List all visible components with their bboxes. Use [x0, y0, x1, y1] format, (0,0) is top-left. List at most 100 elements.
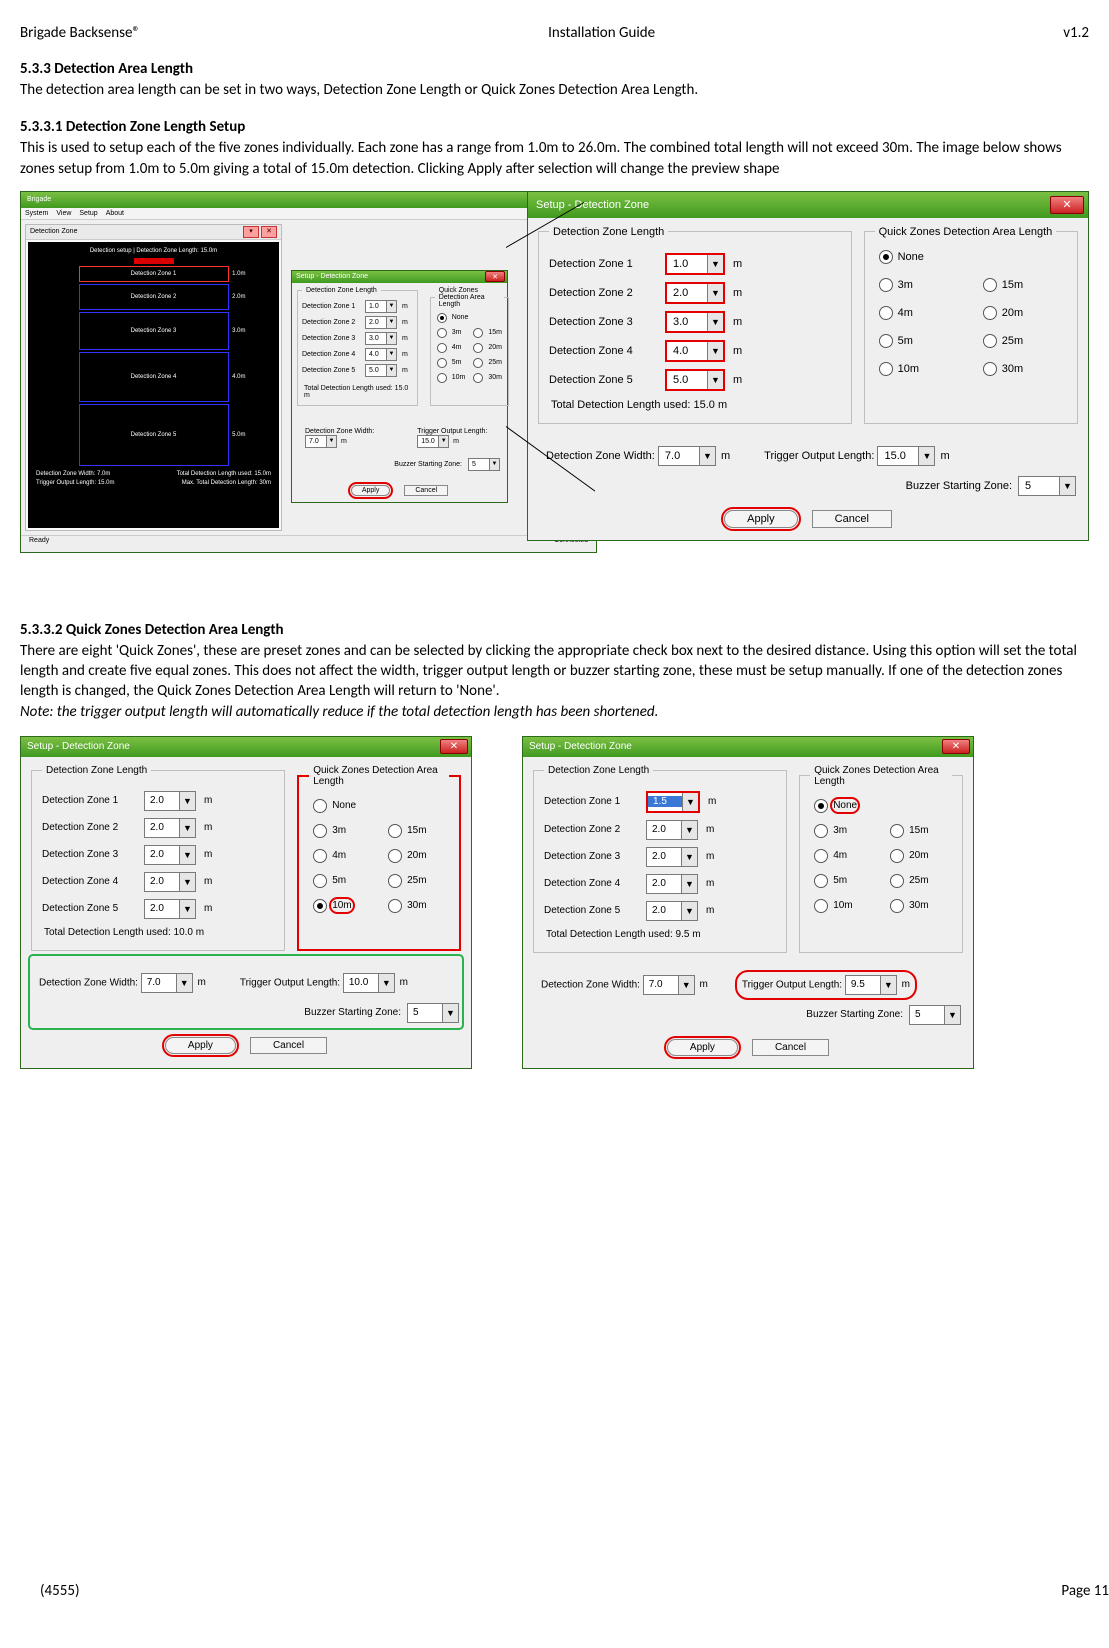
chevron-down-icon: ▼ — [179, 873, 195, 891]
quick-4m[interactable]: 4m — [437, 343, 466, 353]
quick-25m[interactable]: 25m — [473, 358, 502, 368]
quick-25m[interactable]: 25m — [388, 874, 445, 888]
close-icon[interactable]: ✕ — [942, 739, 970, 754]
quick-none[interactable]: None — [814, 799, 948, 813]
buzzer-select[interactable]: 5▼ — [468, 458, 500, 471]
quick-25m[interactable]: 25m — [890, 874, 948, 888]
quick-5m[interactable]: 5m — [313, 874, 370, 888]
quick-25m[interactable]: 25m — [983, 334, 1063, 348]
zone-5-select[interactable]: 2.0▼ — [646, 901, 698, 921]
menu-system[interactable]: System — [25, 210, 48, 217]
zone-3-select[interactable]: 3.0▼ — [665, 311, 725, 333]
zone-4-select[interactable]: 2.0▼ — [144, 872, 196, 892]
quick-3m[interactable]: 3m — [814, 824, 872, 838]
menu-about[interactable]: About — [106, 210, 124, 217]
quick-10m[interactable]: 10m — [814, 899, 872, 913]
quick-none[interactable]: None — [879, 250, 1063, 264]
quick-30m[interactable]: 30m — [388, 899, 445, 913]
quick-none[interactable]: None — [437, 313, 502, 323]
quick-15m[interactable]: 15m — [983, 278, 1063, 292]
quick-10m[interactable]: 10m — [879, 362, 959, 376]
quick-zones-group: Quick Zones Detection Area Length None 3… — [799, 765, 963, 953]
quick-20m[interactable]: 20m — [983, 306, 1063, 320]
quick-20m[interactable]: 20m — [473, 343, 502, 353]
quick-3m[interactable]: 3m — [313, 824, 370, 838]
radio-icon — [313, 799, 327, 813]
chevron-down-icon: ▼ — [880, 976, 896, 994]
radio-icon — [879, 362, 893, 376]
trigger-select[interactable]: 9.5▼ — [845, 975, 897, 995]
quick-4m-label: 4m — [833, 850, 847, 861]
pane-min-icon[interactable]: ▾ — [243, 226, 259, 238]
zone-3-select[interactable]: 2.0▼ — [144, 845, 196, 865]
quick-15m[interactable]: 15m — [473, 328, 502, 338]
quick-30m[interactable]: 30m — [890, 899, 948, 913]
quick-5m[interactable]: 5m — [437, 358, 466, 368]
quick-30m[interactable]: 30m — [983, 362, 1063, 376]
zone-5-select[interactable]: 2.0▼ — [144, 899, 196, 919]
buzzer-select[interactable]: 5▼ — [909, 1005, 961, 1025]
width-select[interactable]: 7.0▼ — [141, 973, 193, 993]
quick-none[interactable]: None — [313, 799, 445, 813]
trigger-select[interactable]: 15.0▼ — [877, 446, 935, 466]
close-icon[interactable]: ✕ — [485, 271, 505, 282]
quick-15m[interactable]: 15m — [890, 824, 948, 838]
zone-5-select[interactable]: 5.0▼ — [365, 364, 397, 377]
chevron-down-icon: ▼ — [707, 313, 723, 331]
quick-5m[interactable]: 5m — [814, 874, 872, 888]
zone-3-select[interactable]: 3.0▼ — [365, 332, 397, 345]
quick-3m[interactable]: 3m — [437, 328, 466, 338]
quick-5m[interactable]: 5m — [879, 334, 959, 348]
zone-2-select[interactable]: 2.0▼ — [646, 820, 698, 840]
quick-10m[interactable]: 10m — [313, 899, 370, 913]
zone-2-select[interactable]: 2.0▼ — [365, 316, 397, 329]
zone-1-select[interactable]: 1.5▼ — [646, 791, 700, 813]
quick-20m[interactable]: 20m — [388, 849, 445, 863]
zone-1-select[interactable]: 1.0▼ — [365, 300, 397, 313]
zone-2-select[interactable]: 2.0▼ — [665, 282, 725, 304]
close-icon[interactable]: ✕ — [440, 739, 468, 754]
zone-1-select[interactable]: 2.0▼ — [144, 791, 196, 811]
quick-20m[interactable]: 20m — [890, 849, 948, 863]
trigger-select[interactable]: 10.0▼ — [343, 973, 395, 993]
quick-4m[interactable]: 4m — [814, 849, 872, 863]
zone-4-select[interactable]: 2.0▼ — [646, 874, 698, 894]
quick-10m[interactable]: 10m — [437, 373, 466, 383]
width-select[interactable]: 7.0▼ — [658, 446, 716, 466]
zone-1-row: Detection Zone 1 1.0▼ m — [302, 300, 413, 313]
buzzer-select[interactable]: 5▼ — [1018, 476, 1076, 496]
close-icon[interactable]: ✕ — [1050, 196, 1084, 214]
buzzer-select[interactable]: 5▼ — [407, 1003, 459, 1023]
width-select[interactable]: 7.0▼ — [305, 435, 337, 448]
cancel-button[interactable]: Cancel — [812, 510, 892, 528]
zone-5-label: Detection Zone 5 — [544, 905, 640, 916]
trigger-select[interactable]: 15.0▼ — [417, 435, 449, 448]
zone-5-row: Detection Zone 5 2.0▼ m — [544, 901, 776, 921]
quick-15m[interactable]: 15m — [388, 824, 445, 838]
cancel-button[interactable]: Cancel — [752, 1039, 829, 1056]
quick-3m[interactable]: 3m — [879, 278, 959, 292]
quick-15m-label: 15m — [407, 825, 426, 836]
zone-4-select[interactable]: 4.0▼ — [365, 348, 397, 361]
cancel-button[interactable]: Cancel — [404, 485, 448, 496]
quick-4m[interactable]: 4m — [313, 849, 370, 863]
chevron-down-icon: ▼ — [378, 974, 394, 992]
cancel-button[interactable]: Cancel — [250, 1037, 327, 1054]
pane-close-icon[interactable]: ✕ — [261, 226, 277, 238]
zone-3-select[interactable]: 2.0▼ — [646, 847, 698, 867]
menu-view[interactable]: View — [56, 210, 71, 217]
apply-button[interactable]: Apply — [724, 510, 798, 528]
zone-1-select[interactable]: 1.0▼ — [665, 253, 725, 275]
apply-button[interactable]: Apply — [165, 1037, 236, 1054]
zone-5-select[interactable]: 5.0▼ — [665, 369, 725, 391]
quick-4m[interactable]: 4m — [879, 306, 959, 320]
zone-4-select[interactable]: 4.0▼ — [665, 340, 725, 362]
apply-button[interactable]: Apply — [351, 485, 391, 496]
zone-1: Detection Zone 11.0m — [79, 266, 229, 282]
width-select[interactable]: 7.0▼ — [643, 975, 695, 995]
apply-button[interactable]: Apply — [667, 1039, 738, 1056]
menu-setup[interactable]: Setup — [79, 210, 97, 217]
zone-2-select[interactable]: 2.0▼ — [144, 818, 196, 838]
buzzer-label: Buzzer Starting Zone: — [806, 1009, 903, 1020]
quick-30m[interactable]: 30m — [473, 373, 502, 383]
